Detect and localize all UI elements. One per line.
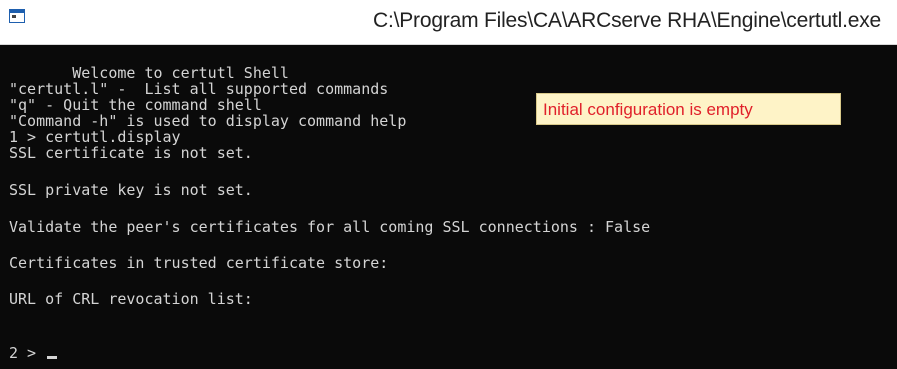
annotation-text: Initial configuration is empty xyxy=(543,100,753,119)
console-line-crl-url: URL of CRL revocation list: xyxy=(9,290,253,308)
console-line-welcome: Welcome to certutl Shell xyxy=(9,64,289,82)
console-line-ssl-certificate: SSL certificate is not set. xyxy=(9,144,253,162)
console-line-quit-help: "q" - Quit the command shell xyxy=(9,96,262,114)
console-line-validate-peer: Validate the peer's certificates for all… xyxy=(9,218,651,236)
window-title: C:\Program Files\CA\ARCserve RHA\Engine\… xyxy=(373,9,881,32)
annotation-callout: Initial configuration is empty xyxy=(536,93,841,125)
title-bar[interactable]: C:\Program Files\CA\ARCserve RHA\Engine\… xyxy=(0,0,897,45)
console-line-trusted-store: Certificates in trusted certificate stor… xyxy=(9,254,389,272)
console-window: C:\Program Files\CA\ARCserve RHA\Engine\… xyxy=(0,0,897,369)
console-prompt-line[interactable]: 2 > xyxy=(9,344,58,362)
console-window-icon[interactable] xyxy=(9,9,25,23)
text-cursor xyxy=(47,356,58,359)
console-prompt: 2 > xyxy=(9,344,46,362)
console-line-prompt-1: 1 > certutl.display xyxy=(9,128,181,146)
console-line-list-help: "certutl.l" - List all supported command… xyxy=(9,80,389,98)
console-line-command-help: "Command -h" is used to display command … xyxy=(9,112,407,130)
console-line-ssl-private-key: SSL private key is not set. xyxy=(9,181,253,199)
